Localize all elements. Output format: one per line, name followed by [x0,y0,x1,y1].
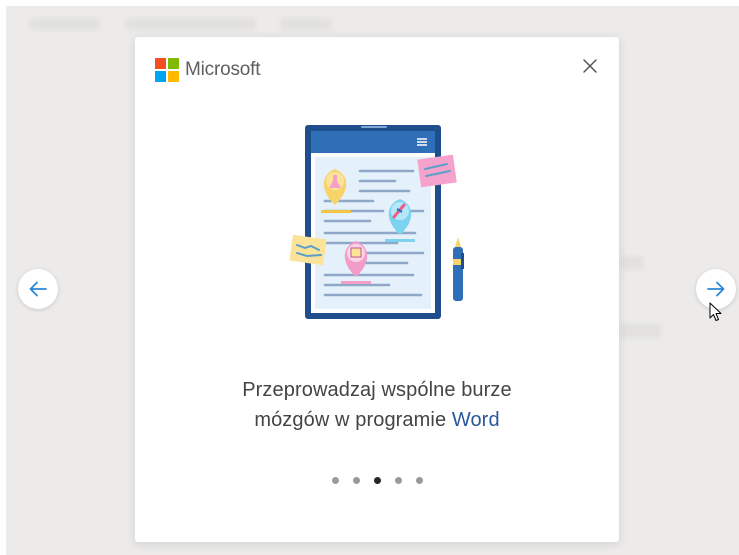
close-icon [583,59,597,73]
pagination-dot-active[interactable] [373,477,381,484]
arrow-left-icon [29,281,47,297]
blurred-text [621,256,643,270]
mouse-cursor-icon [709,302,722,321]
pagination-dot[interactable] [352,477,360,484]
blurred-text [126,18,256,30]
blurred-text [30,18,100,30]
close-button[interactable] [581,57,599,75]
previous-slide-button[interactable] [18,269,58,309]
pagination-dot[interactable] [415,477,423,484]
onboarding-dialog: Microsoft Przeprowadzaj wspólne burze mó… [135,37,619,542]
brand-name: Microsoft [185,59,261,80]
tablet-brainstorm-illustration [285,119,475,323]
slide-headline: Przeprowadzaj wspólne burze mózgów w pro… [135,375,619,435]
headline-line-2: mózgów w programie Word [135,405,619,435]
microsoft-logo: Microsoft [155,58,260,82]
microsoft-logo-icon [155,58,179,82]
slide-pagination [135,477,619,484]
headline-line-1: Przeprowadzaj wspólne burze [242,379,512,401]
blurred-text [281,18,331,30]
pagination-dot[interactable] [331,477,339,484]
arrow-right-icon [707,281,725,297]
headline-line-2-text: mózgów w programie [254,409,452,431]
pagination-dot[interactable] [394,477,402,484]
blurred-text [621,324,661,338]
headline-app-name: Word [451,409,500,431]
